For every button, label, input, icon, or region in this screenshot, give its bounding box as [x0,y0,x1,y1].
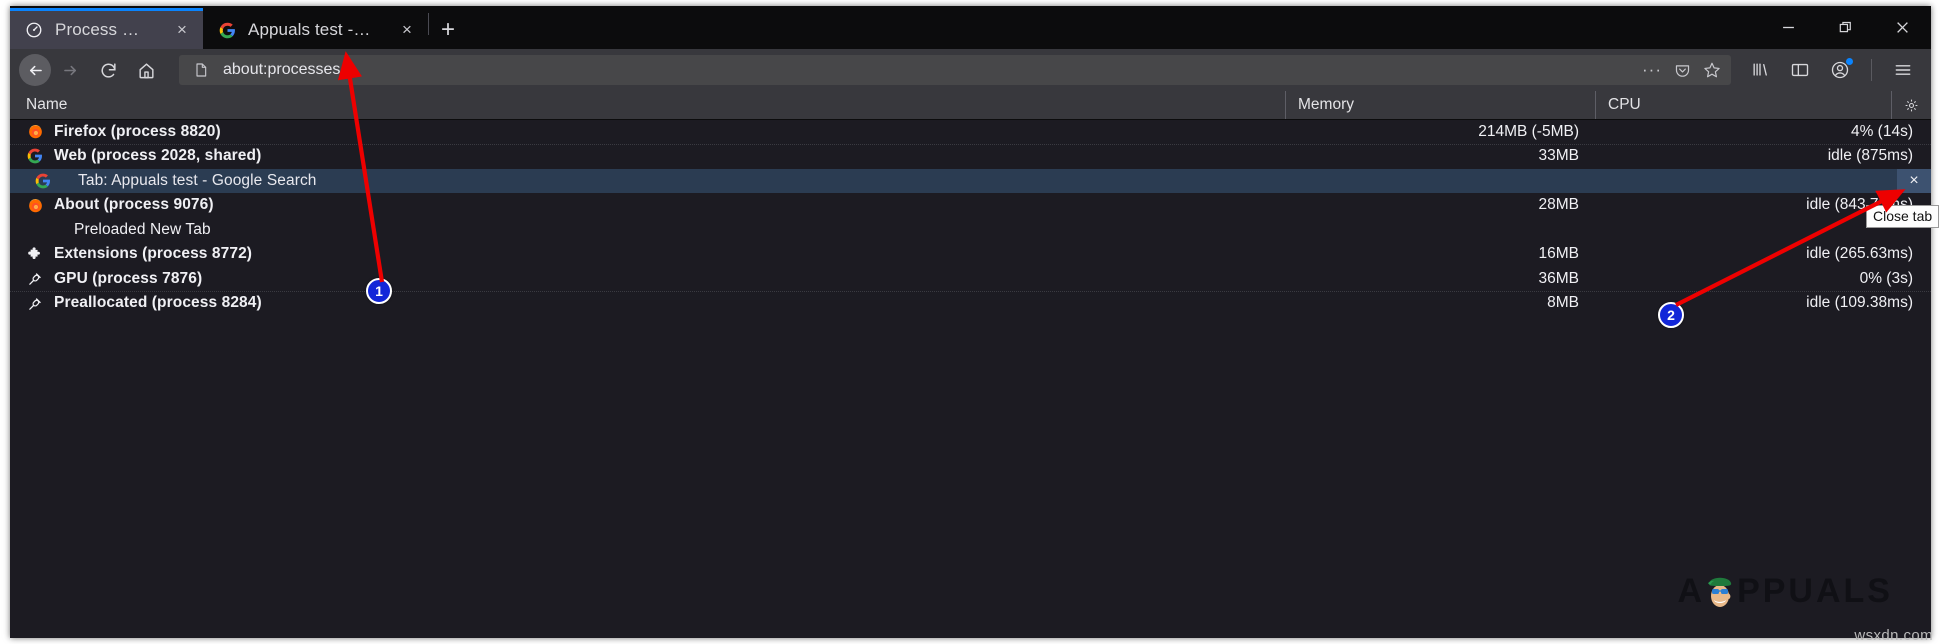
page-document-icon [188,57,214,83]
gear-icon[interactable] [1891,91,1931,119]
process-table-header: Name Memory CPU [10,91,1931,120]
close-tab-tooltip: Close tab [1866,205,1940,228]
pocket-icon[interactable] [1669,57,1695,83]
navigation-toolbar: about:processes ··· [10,49,1931,91]
tab-appuals-search[interactable]: Appuals test - Google Search × [203,11,428,49]
column-header-name[interactable]: Name [10,91,1285,119]
reload-icon[interactable] [89,54,127,86]
row-cpu-cell: 4% (14s) [1850,122,1913,140]
page-actions-icon[interactable]: ··· [1639,57,1665,83]
row-name-cell: Tab: Appuals test - Google Search [10,172,1285,190]
table-row[interactable]: About (process 9076) 28MB idle (843.75ms… [10,194,1931,219]
row-name-cell: Preallocated (process 8284) [10,294,1285,312]
screenshot-root: Process Manager × Appuals test - Google … [0,0,1941,644]
row-memory-cell: 214MB (-5MB) [1478,122,1579,140]
row-memory-cell: 28MB [1538,196,1580,214]
column-header-memory[interactable]: Memory [1285,91,1595,119]
hamburger-menu-icon[interactable] [1884,54,1922,86]
gauge-icon [24,20,44,40]
library-icon[interactable] [1741,54,1779,86]
process-name: Preallocated (process 8284) [54,294,262,312]
restore-button[interactable] [1817,6,1874,49]
toolbar-divider [1871,59,1872,81]
annotation-badge-1: 1 [366,278,392,304]
tab-close-button[interactable]: × [171,19,193,41]
firefox-window: Process Manager × Appuals test - Google … [10,6,1931,638]
account-notification-dot [1846,58,1853,65]
puzzle-icon [26,245,44,263]
table-row[interactable]: Preallocated (process 8284) 8MB idle (10… [10,292,1931,317]
table-row[interactable]: Firefox (process 8820) 214MB (-5MB) 4% (… [10,120,1931,145]
appuals-watermark: A PPUALS [1678,570,1893,612]
column-header-cpu[interactable]: CPU [1595,91,1891,119]
process-name: GPU (process 7876) [54,269,203,287]
row-name-cell: About (process 9076) [10,196,1285,214]
tab-process-manager[interactable]: Process Manager × [10,8,203,49]
row-name-cell: Extensions (process 8772) [10,245,1285,263]
wsxdn-watermark: wsxdn.com [1854,627,1933,644]
home-icon[interactable] [127,54,165,86]
row-cpu-cell: idle (109.38ms) [1806,294,1913,312]
row-memory-cell: 33MB [1538,147,1580,165]
row-cpu-cell: idle (265.63ms) [1806,245,1913,263]
process-name: Extensions (process 8772) [54,245,253,263]
row-memory-cell: 8MB [1547,294,1579,312]
tab-title: Process Manager [55,20,149,39]
close-tab-button[interactable]: × [1897,169,1931,193]
plug-icon [26,294,44,312]
google-icon [26,147,44,165]
tab-title: Appuals test - Google Search [248,20,374,39]
table-row[interactable]: GPU (process 7876) 36MB 0% (3s) [10,267,1931,292]
minimize-button[interactable] [1760,6,1817,49]
tab-row-name: Preloaded New Tab [74,220,211,238]
star-icon[interactable] [1699,57,1725,83]
google-icon [34,172,52,190]
forward-icon[interactable] [51,54,89,86]
process-name: Firefox (process 8820) [54,122,221,140]
firefox-icon [26,123,44,141]
appuals-mascot-icon [1701,570,1739,612]
table-row[interactable]: Preloaded New Tab [10,218,1931,243]
toolbar-right-icons [1741,54,1922,86]
new-tab-button[interactable]: + [429,11,467,49]
row-name-cell: Preloaded New Tab [10,221,1285,239]
table-row-selected[interactable]: Tab: Appuals test - Google Search × [10,169,1931,194]
address-bar[interactable]: about:processes ··· [179,55,1731,85]
row-cpu-cell: idle (875ms) [1827,147,1913,165]
window-controls [1760,6,1931,49]
process-name: Web (process 2028, shared) [54,147,262,165]
tab-strip: Process Manager × Appuals test - Google … [10,6,1931,49]
process-name: About (process 9076) [54,196,214,214]
tab-row-name: Tab: Appuals test - Google Search [78,171,317,189]
row-cpu-cell: 0% (3s) [1859,269,1913,287]
row-name-cell: Web (process 2028, shared) [10,147,1285,165]
row-memory-cell: 16MB [1538,245,1580,263]
sidebar-icon[interactable] [1781,54,1819,86]
row-memory-cell: 36MB [1538,269,1580,287]
close-button[interactable] [1874,6,1931,49]
plug-icon [26,270,44,288]
row-name-cell: GPU (process 7876) [10,270,1285,288]
table-row[interactable]: Web (process 2028, shared) 33MB idle (87… [10,145,1931,170]
url-text[interactable]: about:processes [223,61,1639,79]
process-table-body: Firefox (process 8820) 214MB (-5MB) 4% (… [10,120,1931,316]
google-icon [217,20,237,40]
annotation-badge-2: 2 [1658,302,1684,328]
firefox-icon [26,196,44,214]
back-icon[interactable] [19,54,51,86]
row-name-cell: Firefox (process 8820) [10,123,1285,141]
table-row[interactable]: Extensions (process 8772) 16MB idle (265… [10,243,1931,268]
watermark-brand: PPUALS [1737,571,1893,610]
tab-close-button[interactable]: × [396,19,418,41]
account-icon[interactable] [1821,54,1859,86]
